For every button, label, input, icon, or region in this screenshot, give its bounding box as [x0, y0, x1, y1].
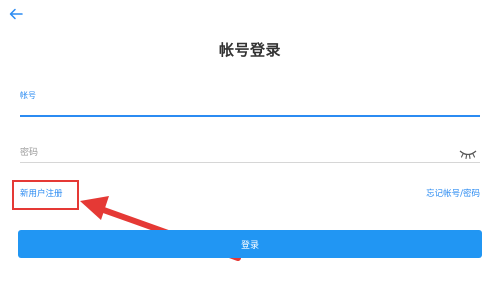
highlight-box	[12, 180, 79, 210]
arrow-left-icon	[9, 8, 23, 20]
back-button[interactable]	[6, 4, 26, 24]
eye-closed-icon[interactable]	[458, 148, 478, 160]
account-input[interactable]	[20, 99, 480, 113]
forgot-password-link[interactable]: 忘记帐号/密码	[426, 187, 480, 199]
login-button[interactable]: 登录	[18, 230, 482, 258]
password-underline	[20, 162, 480, 163]
page-title: 帐号登录	[218, 41, 281, 59]
login-button-label: 登录	[240, 240, 259, 251]
password-input[interactable]	[20, 146, 450, 160]
account-underline	[20, 115, 480, 117]
